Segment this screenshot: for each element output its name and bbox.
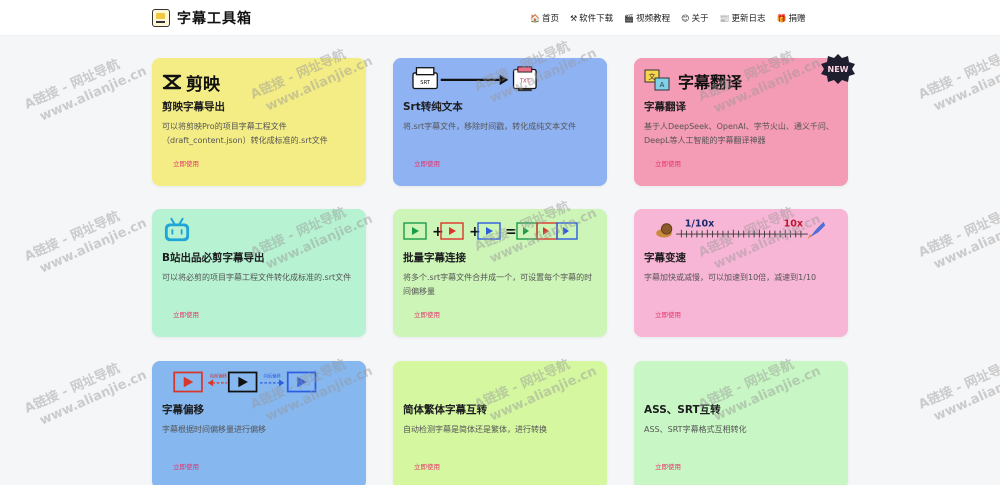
bilibili-icon (164, 217, 190, 242)
new-badge-icon: NEW (821, 54, 855, 84)
translate-icon: 文 A (644, 69, 670, 91)
watermark: A链接 - 网址导航 www.alianjie.cn (22, 57, 150, 125)
tool-card-batch-merge[interactable]: + + = 批量字幕连接 将多个.srt字幕文件合并成一个，可设置每个字幕的时间… (393, 209, 607, 337)
card-title: 字幕翻译 (644, 101, 686, 113)
card-title: 批量字幕连接 (403, 252, 466, 264)
shift-films-icon: 向前偏移 向后偏移 (173, 371, 317, 393)
watermark: A链接 - 网址导航 www.alianjie.cn (916, 357, 1000, 425)
use-now-button[interactable]: 立即使用 (644, 459, 692, 475)
speed-max-label: 10x (784, 218, 803, 229)
use-now-button[interactable]: 立即使用 (403, 459, 451, 475)
brand-title: 字幕工具箱 (177, 11, 252, 27)
main-nav: 🏠 首页 ⚒ 软件下载 🎬 视频教程 😊 关于 📰 更新日志 🎁 捐赠 (530, 12, 806, 25)
use-now-button[interactable]: 立即使用 (644, 307, 692, 323)
nav-item-donate[interactable]: 🎁 捐赠 (776, 12, 806, 25)
card-description: 自动检测字幕是简体还是繁体，进行转换 (403, 425, 547, 434)
top-header: 字幕工具箱 🏠 首页 ⚒ 软件下载 🎬 视频教程 😊 关于 📰 更新日志 🎁 捐赠 (0, 0, 1000, 36)
svg-text:+: + (469, 224, 481, 240)
srt-to-txt-icon: SRT TXT (412, 66, 537, 92)
tool-card-simp-trad-convert[interactable]: 简体繁体字幕互转 自动检测字幕是简体还是繁体，进行转换 立即使用 (393, 361, 607, 485)
brand-logo-icon (152, 9, 170, 27)
card-title: 简体繁体字幕互转 (403, 404, 487, 416)
tool-card-ass-srt-convert[interactable]: ASS、SRT互转 ASS、SRT字幕格式互相转化 立即使用 (634, 361, 848, 485)
svg-text:=: = (505, 224, 517, 240)
tools-icon: ⚒ (569, 13, 578, 23)
smile-icon: 😊 (681, 13, 690, 23)
jianying-logo: 剪映 (162, 69, 220, 95)
card-title: 字幕偏移 (162, 404, 204, 416)
shift-back-label: 向前偏移 (210, 373, 228, 380)
nav-item-home[interactable]: 🏠 首页 (530, 12, 559, 25)
card-description: 可以将剪映Pro的项目字幕工程文件（draft_content.json）转化成… (162, 122, 328, 145)
use-now-button[interactable]: 立即使用 (403, 156, 451, 172)
use-now-button[interactable]: 立即使用 (162, 307, 210, 323)
svg-text:+: + (432, 224, 444, 240)
watermark: A链接 - 网址导航 www.alianjie.cn (916, 47, 1000, 115)
card-description: 字幕根据时间偏移量进行偏移 (162, 425, 266, 434)
use-now-button[interactable]: 立即使用 (162, 156, 210, 172)
nav-item-changelog[interactable]: 📰 更新日志 (719, 12, 766, 25)
tool-card-subtitle-translate[interactable]: 文 A 字幕翻译 NEW 字幕翻译 基于人DeepSeek、OpenAI、字节火… (634, 54, 855, 186)
srt-file-label: SRT (420, 80, 431, 86)
txt-file-label: TXT (519, 78, 531, 84)
use-now-button[interactable]: 立即使用 (403, 307, 451, 323)
svg-text:文: 文 (649, 72, 656, 81)
card-title: 字幕变速 (644, 252, 686, 264)
card-title: ASS、SRT互转 (644, 404, 721, 416)
svg-text:A: A (660, 81, 665, 89)
video-icon: 🎬 (624, 13, 635, 23)
tool-card-subtitle-shift[interactable]: 向前偏移 向后偏移 字幕偏移 字幕根据时间偏移量进行偏移 立即使用 (152, 361, 366, 485)
tool-card-bijian-export[interactable]: B站出品必剪字幕导出 可以将必剪的项目字幕工程文件转化成标准的.srt文件 立即… (152, 209, 366, 337)
card-description: 将多个.srt字幕文件合并成一个，可设置每个字幕的时间偏移量 (403, 273, 593, 296)
nav-item-download[interactable]: ⚒ 软件下载 (569, 12, 613, 25)
jianying-icon (162, 74, 182, 90)
tool-card-jianying-export[interactable]: 剪映 剪映字幕导出 可以将剪映Pro的项目字幕工程文件（draft_conten… (152, 58, 366, 186)
speed-scale-icon: 1/10x 10x (656, 218, 826, 240)
shift-fwd-label: 向后偏移 (263, 373, 281, 380)
gift-icon: 🎁 (776, 13, 787, 23)
new-badge-label: NEW (828, 65, 849, 74)
tool-card-speed-change[interactable]: 1/10x 10x 字幕变速 字幕加快或减慢，可以加速到10倍，减速到1/10 … (634, 209, 848, 337)
use-now-button[interactable]: 立即使用 (644, 156, 692, 172)
speed-min-label: 1/10x (685, 218, 714, 229)
news-icon: 📰 (719, 13, 730, 23)
translate-logo: 文 A 字幕翻译 (644, 68, 742, 94)
watermark: A链接 - 网址导航 www.alianjie.cn (916, 205, 1000, 273)
use-now-button[interactable]: 立即使用 (162, 459, 210, 475)
brand[interactable]: 字幕工具箱 (152, 8, 252, 28)
card-title: B站出品必剪字幕导出 (162, 252, 265, 264)
merge-films-icon: + + = (403, 222, 578, 240)
watermark: A链接 - 网址导航 www.alianjie.cn (22, 361, 150, 429)
nav-item-about[interactable]: 😊 关于 (681, 12, 708, 25)
card-description: 基于人DeepSeek、OpenAI、字节火山、通义千问、DeepL等人工智能的… (644, 122, 834, 145)
card-description: ASS、SRT字幕格式互相转化 (644, 425, 747, 434)
card-title: Srt转纯文本 (403, 101, 463, 113)
card-description: 将.srt字幕文件，移除时间戳，转化成纯文本文件 (403, 122, 577, 131)
home-icon: 🏠 (530, 13, 540, 23)
tool-card-srt-to-text[interactable]: SRT TXT Srt转纯文本 将.srt字幕文件，移除时间戳，转化成纯文本文件… (393, 58, 607, 186)
card-description: 可以将必剪的项目字幕工程文件转化成标准的.srt文件 (162, 273, 352, 282)
watermark: A链接 - 网址导航 www.alianjie.cn (22, 209, 150, 277)
nav-item-tutorial[interactable]: 🎬 视频教程 (624, 12, 670, 25)
card-title: 剪映字幕导出 (162, 101, 225, 113)
card-description: 字幕加快或减慢，可以加速到10倍，减速到1/10 (644, 273, 817, 282)
